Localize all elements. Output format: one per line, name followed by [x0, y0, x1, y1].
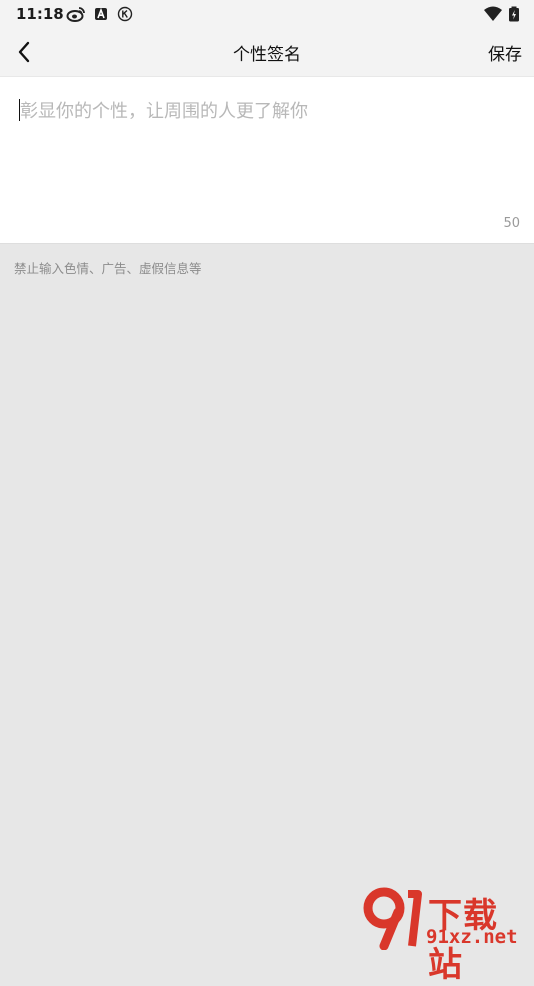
status-time: 11:18 — [16, 5, 64, 23]
nav-bar: 个性签名 保存 — [0, 28, 534, 76]
watermark-emblem-icon — [363, 887, 422, 950]
watermark-logo: 下载站 91xz.net — [360, 886, 530, 985]
a-badge-icon — [95, 7, 107, 20]
watermark-text-bottom: 91xz.net — [426, 926, 518, 948]
signature-editor: 50 — [0, 76, 534, 244]
battery-icon — [509, 6, 519, 22]
status-bar: 11:18 — [0, 0, 534, 28]
weibo-icon — [66, 7, 85, 22]
save-button[interactable]: 保存 — [488, 40, 522, 65]
char-counter: 50 — [503, 216, 520, 231]
k-circle-icon — [117, 6, 133, 22]
signature-input[interactable] — [20, 97, 510, 217]
text-cursor — [19, 99, 20, 121]
content-hint: 禁止输入色情、广告、虚假信息等 — [14, 261, 202, 276]
wifi-icon — [484, 6, 502, 21]
page-title: 个性签名 — [233, 45, 301, 65]
